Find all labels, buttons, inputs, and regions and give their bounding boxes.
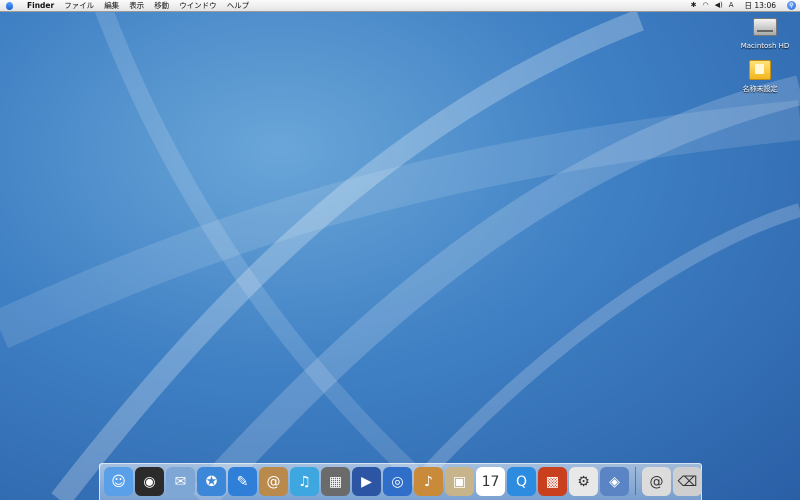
quicktime-icon[interactable]: Q [507,467,536,496]
iweb-icon[interactable]: ▣ [445,467,474,496]
idvd-icon[interactable]: ◎ [383,467,412,496]
menu-help[interactable]: ヘルプ [222,0,255,11]
address-book-icon[interactable]: @ [259,467,288,496]
garageband-icon[interactable]: ♪ [414,467,443,496]
menu-window[interactable]: ウインドウ [174,0,222,11]
iphoto-icon[interactable]: ▦ [321,467,350,496]
menu-edit[interactable]: 編集 [99,0,124,11]
volume-icon[interactable]: ◀) [715,0,723,11]
airport-icon[interactable]: ◠ [702,0,708,11]
dashboard-icon[interactable]: ◉ [135,467,164,496]
desktop-icon-label: Macintosh HD [740,42,790,50]
system-preferences-icon[interactable]: ⚙ [569,467,598,496]
imovie-icon[interactable]: ▶ [352,467,381,496]
desktop-icon-untitled-folder[interactable]: 名称未設定 [728,58,792,94]
desktop[interactable]: Finder ファイル 編集 表示 移動 ウインドウ ヘルプ ✱ ◠ ◀) A … [0,0,800,500]
input-menu-icon[interactable]: A [729,0,734,11]
ichat-icon[interactable]: ✎ [228,467,257,496]
apple-menu-icon[interactable] [4,1,14,11]
menu-go[interactable]: 移動 [149,0,174,11]
desktop-icon-macintosh-hd[interactable]: Macintosh HD [733,14,797,50]
menu-extras: ✱ ◠ ◀) A 日 13:06 ⚲ [691,0,796,11]
menu-view[interactable]: 表示 [124,0,149,11]
hard-drive-icon [753,18,777,40]
internet-location-icon[interactable]: @ [642,467,671,496]
photo-booth-icon[interactable]: ▩ [538,467,567,496]
finder-icon[interactable]: ☺ [104,467,133,496]
menu-finder[interactable]: Finder [22,0,59,11]
menu-clock[interactable]: 日 13:06 [740,0,782,11]
ical-icon[interactable]: 17 [476,467,505,496]
trash-icon[interactable]: ⌫ [673,467,702,496]
menu-bar: Finder ファイル 編集 表示 移動 ウインドウ ヘルプ ✱ ◠ ◀) A … [0,0,800,12]
mail-icon[interactable]: ✉ [166,467,195,496]
spotlight-icon[interactable]: ⚲ [787,1,796,10]
menu-file[interactable]: ファイル [59,0,99,11]
preview-icon[interactable]: ◈ [600,467,629,496]
itunes-icon[interactable]: ♫ [290,467,319,496]
folder-icon [748,60,772,82]
dock: ☺ ◉ ✉ ✪ ✎ @ ♫ ▦ ▶ ◎ ♪ ▣ 17 Q ▩ ⚙ ◈ @ ⌫ [99,463,702,500]
wallpaper [0,0,800,500]
safari-icon[interactable]: ✪ [197,467,226,496]
desktop-icon-label: 名称未設定 [742,85,778,93]
dock-separator [635,467,636,495]
bluetooth-icon[interactable]: ✱ [691,0,697,11]
